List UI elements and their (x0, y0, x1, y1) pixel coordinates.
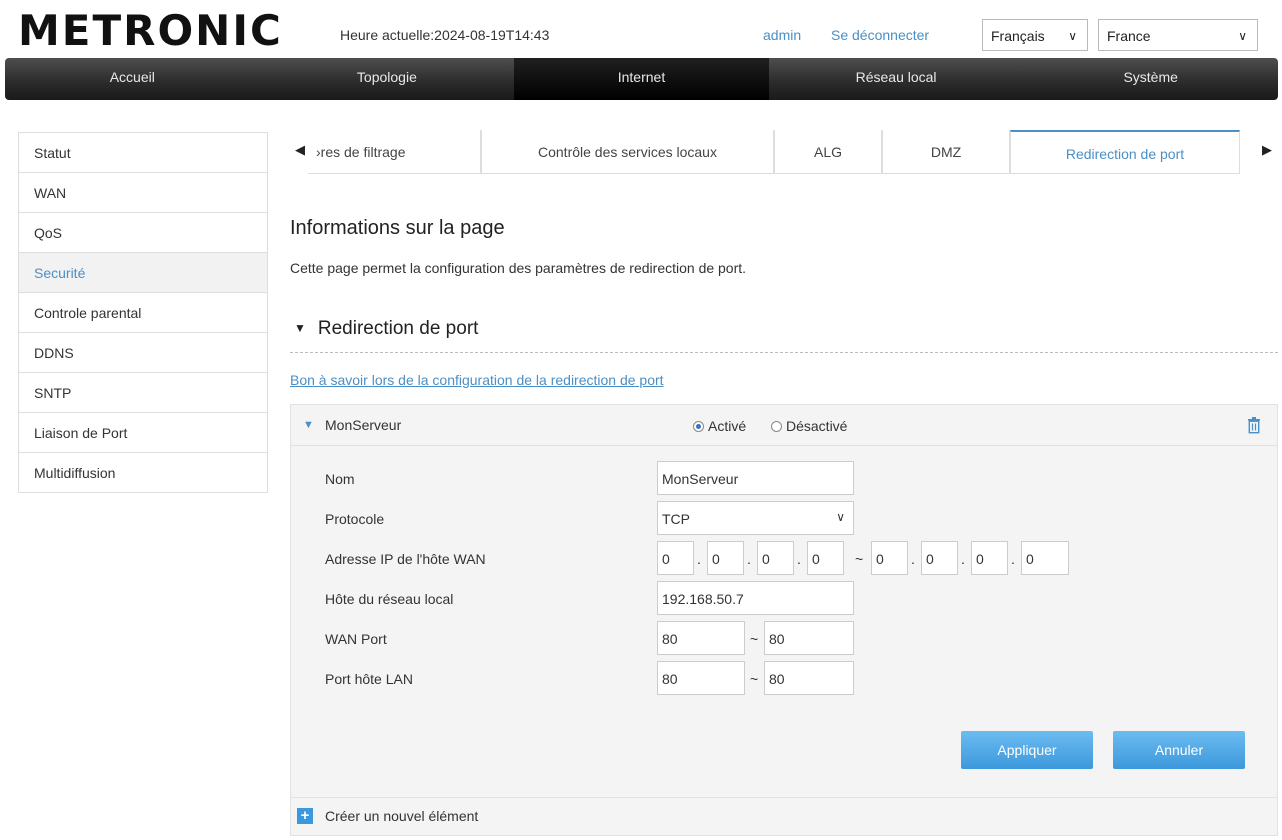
radio-checked-icon (693, 421, 704, 432)
help-link[interactable]: Bon à savoir lors de la configuration de… (290, 372, 664, 388)
country-value: France (1107, 28, 1151, 44)
ip-dot: . (1011, 551, 1015, 567)
expand-triangle-icon[interactable]: ▼ (303, 419, 314, 431)
wan-ip-end-octet-2[interactable]: 0 (921, 541, 958, 575)
chevron-down-icon: ∨ (1238, 29, 1247, 43)
nav-reseau-local[interactable]: Réseau local (769, 58, 1024, 100)
chevron-down-icon: ∨ (1068, 29, 1077, 43)
tab-filtrage[interactable]: ›res de filtrage (308, 130, 481, 174)
range-separator: ~ (750, 671, 759, 687)
sidebar-item-statut[interactable]: Statut (19, 133, 267, 173)
wan-ip-end-octet-4[interactable]: 0 (1021, 541, 1069, 575)
rule-panel: ▼ MonServeur Activé Désactivé Nom MonSer… (290, 404, 1278, 798)
collapse-triangle-icon: ▼ (294, 321, 306, 335)
wan-port-end-input[interactable]: 80 (764, 621, 854, 655)
main-nav: Accueil Topologie Internet Réseau local … (5, 58, 1278, 100)
tab-alg[interactable]: ALG (774, 130, 882, 174)
sidebar-item-ddns[interactable]: DDNS (19, 333, 267, 373)
wan-ip-end-octet-3[interactable]: 0 (971, 541, 1008, 575)
trash-icon[interactable] (1245, 416, 1263, 434)
rule-header: ▼ MonServeur Activé Désactivé (291, 405, 1277, 446)
section-title[interactable]: ▼ Redirection de port (294, 318, 478, 340)
language-value: Français (991, 28, 1045, 44)
range-separator: ~ (750, 631, 759, 647)
sidebar-item-liaison-de-port[interactable]: Liaison de Port (19, 413, 267, 453)
page-description: Cette page permet la configuration des p… (290, 260, 747, 276)
country-select[interactable]: France ∨ (1098, 19, 1258, 51)
plus-icon: + (297, 808, 313, 824)
wan-port-label: WAN Port (325, 631, 387, 647)
user-link[interactable]: admin (763, 27, 801, 43)
name-input[interactable]: MonServeur (657, 461, 854, 495)
sidebar-item-securite[interactable]: Securité (19, 253, 267, 293)
name-label: Nom (325, 471, 355, 487)
ip-dot: . (797, 551, 801, 567)
brand-logo: METRONIC (18, 6, 283, 55)
sidebar-item-multidiffusion[interactable]: Multidiffusion (19, 453, 267, 493)
tab-dmz[interactable]: DMZ (882, 130, 1010, 174)
lan-port-label: Port hôte LAN (325, 671, 413, 687)
nav-topologie[interactable]: Topologie (260, 58, 515, 100)
ip-dot: . (747, 551, 751, 567)
page-title: Informations sur la page (290, 217, 505, 239)
wan-ip-start-octet-4[interactable]: 0 (807, 541, 844, 575)
sidebar-item-wan[interactable]: WAN (19, 173, 267, 213)
tab-redirection-de-port[interactable]: Redirection de port (1010, 130, 1240, 174)
radio-enabled-label: Activé (708, 418, 747, 434)
nav-systeme[interactable]: Système (1023, 58, 1278, 100)
create-new-row[interactable]: + Créer un nouvel élément (290, 798, 1278, 836)
sidebar-item-sntp[interactable]: SNTP (19, 373, 267, 413)
rule-name: MonServeur (325, 417, 402, 433)
nav-internet[interactable]: Internet (514, 58, 769, 100)
lan-host-input[interactable]: 192.168.50.7 (657, 581, 854, 615)
wan-ip-end-octet-1[interactable]: 0 (871, 541, 908, 575)
radio-disabled[interactable]: Désactivé (771, 418, 847, 434)
tab-scroll-right-icon[interactable]: ▶ (1262, 142, 1272, 158)
create-new-label: Créer un nouvel élément (325, 808, 479, 824)
wan-ip-label: Adresse IP de l'hôte WAN (325, 551, 486, 567)
protocol-select[interactable]: TCP ∨ (657, 501, 854, 535)
section-title-text: Redirection de port (317, 318, 479, 339)
radio-enabled[interactable]: Activé (693, 418, 746, 434)
sidebar-item-qos[interactable]: QoS (19, 213, 267, 253)
cancel-button[interactable]: Annuler (1113, 731, 1245, 769)
language-select[interactable]: Français ∨ (982, 19, 1088, 51)
range-separator: ~ (855, 551, 864, 567)
ip-dot: . (697, 551, 701, 567)
wan-ip-start-octet-2[interactable]: 0 (707, 541, 744, 575)
tab-scroll-left-icon[interactable]: ◀ (295, 142, 305, 158)
ip-dot: . (911, 551, 915, 567)
chevron-down-icon: ∨ (836, 510, 845, 524)
radio-unchecked-icon (771, 421, 782, 432)
current-time: Heure actuelle:2024-08-19T14:43 (340, 27, 550, 43)
section-divider (290, 352, 1278, 353)
tab-bar: ◀ ›res de filtrage Contrôle des services… (290, 130, 1280, 174)
radio-disabled-label: Désactivé (786, 418, 848, 434)
wan-ip-start-octet-1[interactable]: 0 (657, 541, 694, 575)
tab-controle-services[interactable]: Contrôle des services locaux (481, 130, 774, 174)
lan-port-end-input[interactable]: 80 (764, 661, 854, 695)
wan-ip-start-octet-3[interactable]: 0 (757, 541, 794, 575)
nav-accueil[interactable]: Accueil (5, 58, 260, 100)
lan-host-label: Hôte du réseau local (325, 591, 454, 607)
sidebar-item-controle-parental[interactable]: Controle parental (19, 293, 267, 333)
ip-dot: . (961, 551, 965, 567)
apply-button[interactable]: Appliquer (961, 731, 1093, 769)
protocol-value: TCP (662, 511, 690, 527)
protocol-label: Protocole (325, 511, 385, 527)
lan-port-start-input[interactable]: 80 (657, 661, 745, 695)
logout-link[interactable]: Se déconnecter (831, 27, 929, 43)
sidebar: Statut WAN QoS Securité Controle parenta… (18, 132, 268, 493)
wan-port-start-input[interactable]: 80 (657, 621, 745, 655)
